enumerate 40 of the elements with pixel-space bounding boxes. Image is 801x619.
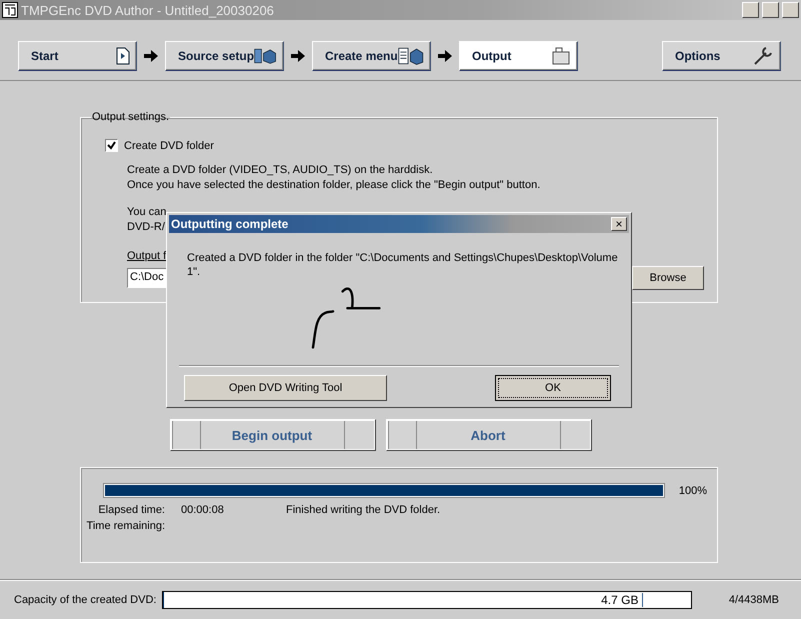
minimize-button[interactable] — [742, 2, 759, 18]
dialog-title: Outputting complete — [171, 217, 290, 231]
dialog-button[interactable]: Open DVD Writing Tool — [184, 375, 387, 401]
arrow-icon — [438, 50, 452, 62]
description-text: You can — [127, 205, 166, 220]
maximize-button[interactable] — [762, 2, 779, 18]
step-tab[interactable]: Output — [459, 41, 578, 71]
action-button[interactable]: Begin output — [170, 419, 376, 451]
group-title: Output settings. — [91, 111, 170, 123]
remaining-label: Time remaining: — [86, 520, 166, 532]
dialog-message: Created a DVD folder in the folder "C:\Documents and Settings\Chupes\Desktop\Volume 1". — [187, 251, 619, 280]
close-button[interactable]: × — [611, 217, 627, 231]
close-button[interactable] — [782, 2, 799, 18]
browse-button[interactable]: Browse — [632, 266, 704, 290]
checkbox-label: Create DVD folder — [124, 140, 214, 152]
page-icon — [116, 47, 130, 65]
description-text: Once you have selected the destination folder, please click the "Begin output" button. — [127, 178, 540, 193]
percent-text: 100% — [678, 484, 707, 496]
wrench-icon — [752, 45, 774, 67]
options-button[interactable]: Options — [662, 41, 781, 71]
description-text: DVD-R/ — [127, 220, 165, 235]
step-tab[interactable]: Start — [18, 41, 137, 71]
step-tab[interactable]: Create menu — [312, 41, 431, 71]
window-title: TMPGEnc DVD Author - Untitled_20030206 — [21, 2, 275, 18]
elapsed-label: Elapsed time: — [97, 504, 166, 516]
step-tab[interactable]: Source setup — [165, 41, 284, 71]
status-text: Finished writing the DVD folder. — [286, 504, 440, 516]
field-label: Output f — [127, 250, 166, 262]
usage-text: 4/4438MB — [728, 594, 779, 606]
folder-field[interactable]: C:\Doc — [127, 268, 167, 288]
arrow-icon — [144, 50, 158, 62]
arrow-icon — [291, 50, 305, 62]
checkbox[interactable] — [105, 139, 118, 152]
folder-icon — [551, 46, 571, 66]
action-button[interactable]: Abort — [386, 419, 592, 451]
dialog-button[interactable]: OK — [495, 375, 611, 401]
description-text: Create a DVD folder (VIDEO_TS, AUDIO_TS) on the harddisk. — [127, 163, 433, 178]
capacity-label: Capacity of the created DVD: — [14, 594, 156, 606]
app-icon — [2, 2, 18, 18]
elapsed-value: 00:00:08 — [181, 504, 225, 516]
